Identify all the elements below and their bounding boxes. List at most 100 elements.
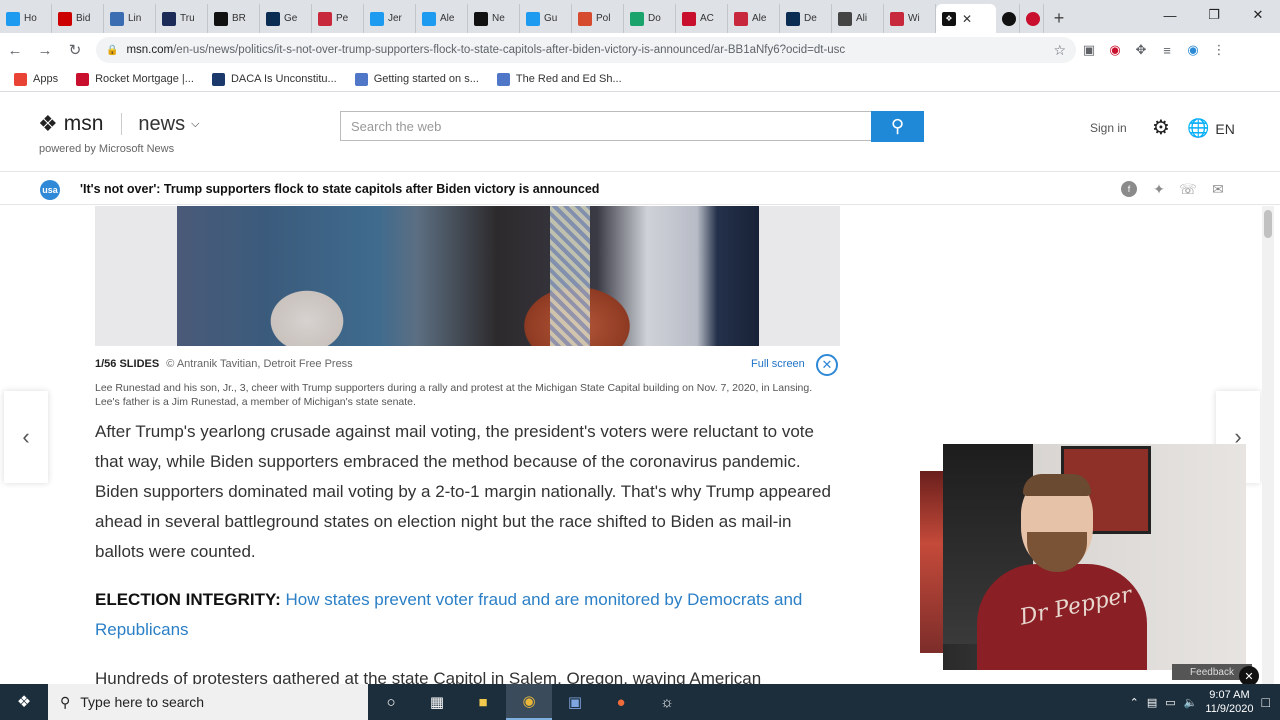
photo-image [177, 206, 759, 346]
browser-tab[interactable]: Pol [572, 4, 624, 33]
facebook-share-icon[interactable]: f [1121, 181, 1137, 197]
browser-tab[interactable]: AC [676, 4, 728, 33]
browser-toolbar: ← → ↻ 🔒 msn.com/en-us/news/politics/it-s… [0, 33, 1280, 67]
browser-tab[interactable]: Jer [364, 4, 416, 33]
extension-icon[interactable]: ▣ [1076, 37, 1102, 63]
bookmark-item[interactable]: Rocket Mortgage |... [76, 72, 194, 86]
fullscreen-icon[interactable]: ✕ [816, 354, 838, 376]
app-icon[interactable]: ▣ [552, 684, 598, 720]
browser-tab[interactable]: Pe [312, 4, 364, 33]
battery-icon[interactable]: ▭ [1165, 696, 1175, 709]
publisher-logo[interactable]: usa [40, 180, 60, 200]
browser-tab[interactable]: Ge [260, 4, 312, 33]
browser-tab[interactable]: Bid [52, 4, 104, 33]
fullscreen-link[interactable]: Full screen [751, 358, 805, 370]
chevron-down-icon[interactable]: ⌵ [191, 118, 199, 131]
sign-in-link[interactable]: Sign in [1090, 121, 1127, 135]
bookmark-item[interactable]: Getting started on s... [354, 72, 479, 86]
forward-button[interactable]: → [30, 35, 60, 65]
profile-avatar-icon[interactable]: ◉ [1180, 37, 1206, 63]
slideshow-photo[interactable] [95, 206, 840, 346]
browser-tab-active[interactable]: ❖ ✕ [936, 4, 996, 33]
close-icon[interactable]: ✕ [1239, 666, 1259, 684]
browser-tab[interactable]: Ali [832, 4, 884, 33]
gear-icon[interactable]: ⚙ [1152, 115, 1170, 140]
bookmark-item[interactable]: Apps [14, 72, 58, 86]
bookmark-item[interactable]: DACA Is Unconstitu... [211, 72, 337, 86]
tab-label: Ale [752, 13, 767, 24]
close-tab-icon[interactable]: ✕ [962, 12, 972, 26]
tab-label: Pol [596, 13, 611, 24]
tab-label: De [804, 13, 817, 24]
search-icon: ⚲ [890, 116, 905, 136]
puzzle-extensions-icon[interactable]: ✥ [1128, 37, 1154, 63]
tab-label: Pe [336, 13, 349, 24]
bookmark-star-icon[interactable]: ☆ [1053, 42, 1066, 59]
article-sticky-bar: usa 'It's not over': Trump supporters fl… [0, 171, 1280, 205]
clock-date: 11/9/2020 [1205, 703, 1254, 715]
webcam-overlay: Dr Pepper [943, 444, 1246, 670]
browser-tab[interactable] [1020, 4, 1044, 33]
browser-tab[interactable]: Ne [468, 4, 520, 33]
globe-icon: 🌐 [1187, 118, 1210, 138]
browser-tab[interactable]: Ho [0, 4, 52, 33]
section-name[interactable]: news [138, 113, 185, 136]
minimize-button[interactable]: — [1148, 0, 1192, 30]
bookmark-label: DACA Is Unconstitu... [230, 73, 337, 85]
browser-tab[interactable]: Lin [104, 4, 156, 33]
volume-icon[interactable]: 🔈 [1184, 696, 1198, 709]
previous-slide-button[interactable]: ‹ [4, 391, 48, 483]
browser-tab[interactable]: Ale [416, 4, 468, 33]
restore-button[interactable]: ❐ [1192, 0, 1236, 30]
tab-favicon-icon [214, 11, 228, 26]
system-tray: ⌃ ▤ ▭ 🔈 9:07 AM 11/9/2020 □ [1130, 684, 1280, 720]
address-bar[interactable]: 🔒 msn.com/en-us/news/politics/it-s-not-o… [96, 37, 1076, 63]
twitter-share-icon[interactable]: ✦ [1151, 181, 1167, 197]
browser-tab[interactable] [996, 4, 1020, 33]
photo-detail [550, 206, 590, 346]
msn-logo[interactable]: ❖ msn news ⌵ [38, 111, 199, 137]
menu-icon[interactable]: ⋮ [1206, 37, 1232, 63]
browser-tab[interactable]: Tru [156, 4, 208, 33]
browser-tab[interactable]: De [780, 4, 832, 33]
article-paragraph: Hundreds of protesters gathered at the s… [95, 669, 762, 684]
extension-icon[interactable]: ◉ [1102, 37, 1128, 63]
whatsapp-share-icon[interactable]: ☏ [1179, 181, 1197, 197]
chevron-left-icon: ‹ [22, 424, 30, 449]
close-window-button[interactable]: ✕ [1236, 0, 1280, 30]
browser-tab[interactable]: Gu [520, 4, 572, 33]
clock[interactable]: 9:07 AM 11/9/2020 [1205, 688, 1253, 716]
browser-tab[interactable]: Wi [884, 4, 936, 33]
reading-list-icon[interactable]: ≡ [1154, 37, 1180, 63]
tab-favicon-icon [1026, 11, 1040, 26]
scrollbar-thumb[interactable] [1264, 210, 1272, 238]
new-tab-button[interactable]: + [1044, 4, 1074, 33]
page-scrollbar[interactable] [1262, 206, 1274, 684]
tab-favicon-icon [890, 11, 904, 26]
tab-favicon-icon [734, 11, 748, 26]
reload-button[interactable]: ↻ [60, 35, 90, 65]
clock-time: 9:07 AM [1209, 689, 1250, 701]
browser-tab[interactable]: BR [208, 4, 260, 33]
bookmark-favicon-icon [14, 72, 27, 86]
chrome-icon[interactable]: ◉ [506, 684, 552, 720]
obs-icon[interactable]: ☼ [644, 684, 690, 720]
browser-tab[interactable]: Ale [728, 4, 780, 33]
language-selector[interactable]: 🌐 EN [1187, 118, 1235, 139]
bookmark-item[interactable]: The Red and Ed Sh... [496, 72, 622, 86]
app-icon[interactable]: ● [598, 684, 644, 720]
notification-icon[interactable]: □ [1262, 694, 1270, 710]
search-input[interactable]: Search the web [340, 111, 872, 141]
browser-tab[interactable]: Do [624, 4, 676, 33]
cortana-icon[interactable]: ○ [368, 684, 414, 720]
chevron-up-icon[interactable]: ⌃ [1130, 696, 1139, 709]
file-explorer-icon[interactable]: ■ [460, 684, 506, 720]
network-icon[interactable]: ▤ [1147, 696, 1157, 709]
task-view-icon[interactable]: ▦ [414, 684, 460, 720]
email-share-icon[interactable]: ✉ [1210, 181, 1226, 197]
search-button[interactable]: ⚲ [871, 111, 924, 142]
taskbar-search-input[interactable]: ⚲ Type here to search [48, 684, 368, 720]
tab-label: BR [232, 13, 246, 24]
windows-start-icon[interactable]: ❖ [0, 684, 48, 720]
back-button[interactable]: ← [0, 35, 30, 65]
